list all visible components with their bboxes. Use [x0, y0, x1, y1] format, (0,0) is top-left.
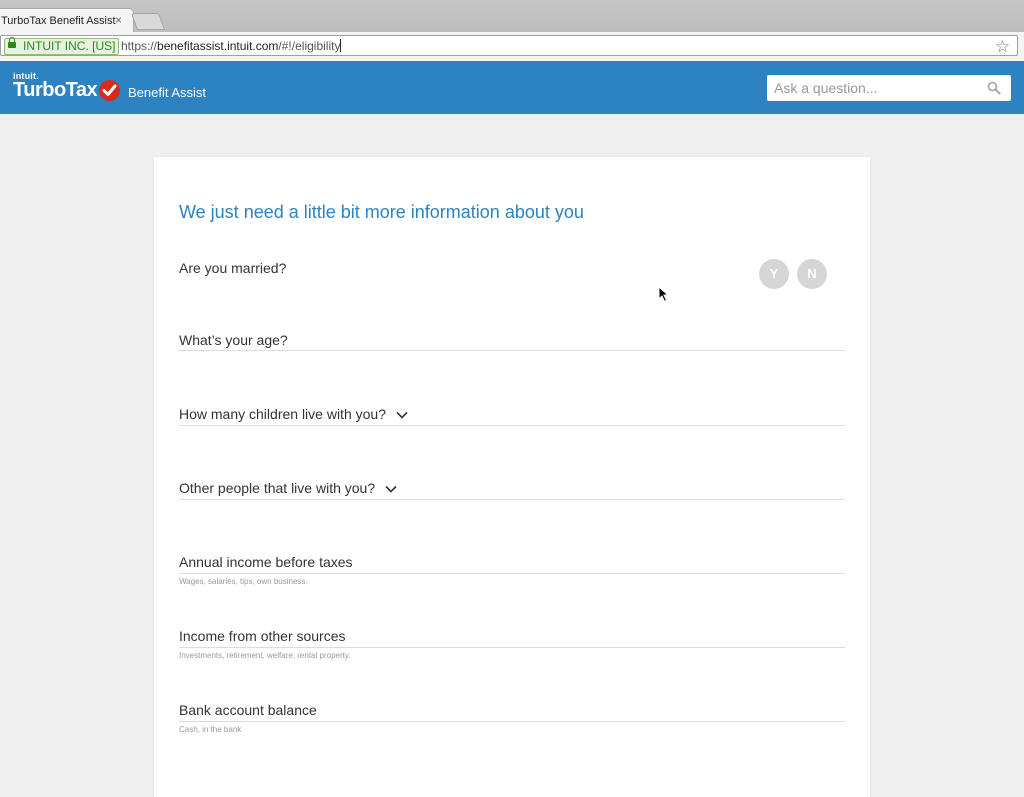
browser-tab[interactable]: TurboTax Benefit Assist × [0, 8, 134, 33]
married-question-label: Are you married? [179, 260, 287, 276]
annual-income-help-text: Wages, salaries, tips, own business. [179, 577, 308, 586]
bank-balance-field-label[interactable]: Bank account balance [179, 702, 317, 718]
bank-balance-field-underline[interactable] [179, 721, 845, 722]
children-dropdown[interactable]: How many children live with you? [179, 406, 408, 422]
search-icon[interactable] [987, 81, 1001, 100]
age-field-label[interactable]: What’s your age? [179, 332, 288, 348]
url-host: benefitassist.intuit.com [157, 39, 279, 53]
address-bar[interactable]: INTUIT INC. [US] https://benefitassist.i… [0, 35, 1018, 56]
ev-certificate-label: INTUIT INC. [US] [23, 39, 116, 53]
mouse-pointer-icon [658, 286, 670, 303]
annual-income-field-label[interactable]: Annual income before taxes [179, 554, 353, 570]
product-name: Benefit Assist [128, 85, 207, 100]
page-title: We just need a little bit more informati… [179, 202, 584, 222]
other-income-field-label[interactable]: Income from other sources [179, 628, 346, 644]
other-people-dropdown[interactable]: Other people that live with you? [179, 480, 397, 496]
children-field-underline [179, 425, 845, 426]
other-income-help-text: Investments, retirement, welfare, rental… [179, 651, 351, 660]
other-people-field-underline [179, 499, 845, 500]
url-path: /#!/eligibility [278, 39, 341, 53]
other-people-dropdown-label: Other people that live with you? [179, 480, 376, 496]
search-box [767, 75, 1011, 101]
tab-close-icon[interactable]: × [115, 13, 122, 27]
search-input[interactable] [767, 75, 984, 101]
site-header: intuit. TurboTax Benefit Assist [0, 61, 1024, 114]
text-caret [340, 39, 342, 52]
bank-balance-help-text: Cash, in the bank [179, 725, 242, 734]
chevron-down-icon [396, 412, 408, 419]
tab-title: TurboTax Benefit Assist [1, 15, 116, 27]
bookmark-star-icon[interactable]: ☆ [995, 37, 1010, 57]
new-tab-button[interactable] [130, 13, 166, 30]
married-yes-button[interactable]: Y [759, 259, 789, 289]
browser-toolbar: INTUIT INC. [US] https://benefitassist.i… [0, 32, 1024, 62]
age-field-underline[interactable] [179, 350, 845, 351]
checkmark-logo-icon [99, 80, 120, 101]
turbotax-logo-text[interactable]: TurboTax [13, 79, 98, 102]
annual-income-field-underline[interactable] [179, 573, 845, 574]
chevron-down-icon [385, 486, 397, 493]
married-no-button[interactable]: N [797, 259, 827, 289]
browser-tab-bar: TurboTax Benefit Assist × [0, 0, 1024, 33]
url-text[interactable]: https://benefitassist.intuit.com/#!/elig… [121, 39, 342, 53]
ev-certificate-badge[interactable]: INTUIT INC. [US] [4, 37, 120, 55]
children-dropdown-label: How many children live with you? [179, 406, 386, 422]
eligibility-form-card: We just need a little bit more informati… [154, 157, 870, 797]
url-scheme: https:// [121, 39, 158, 53]
lock-icon [8, 37, 16, 48]
other-income-field-underline[interactable] [179, 647, 845, 648]
